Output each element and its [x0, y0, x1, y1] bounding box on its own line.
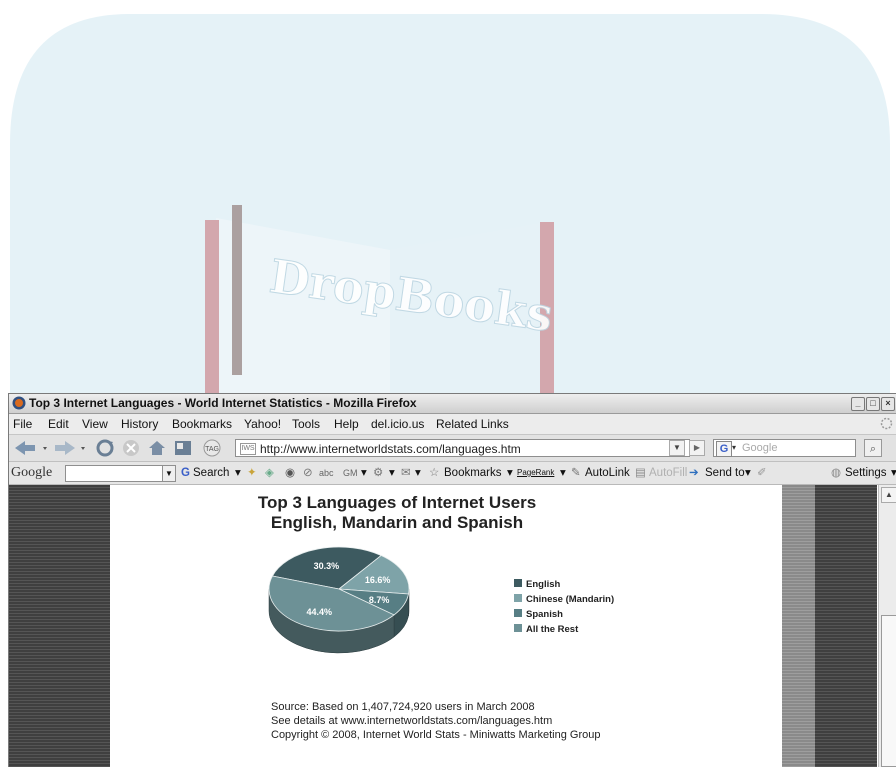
- popup-blocker-icon[interactable]: ⊘: [303, 462, 313, 484]
- settings-dropdown-icon[interactable]: ▾: [891, 462, 896, 484]
- pie-label-english: 30.3%: [314, 561, 340, 571]
- right-decorative-stripe: [782, 485, 815, 767]
- mail-icon[interactable]: ✉: [401, 462, 411, 484]
- menu-delicious[interactable]: del.icio.us: [371, 414, 424, 434]
- globe-icon[interactable]: ◉: [285, 462, 295, 484]
- share-icon[interactable]: ⚙: [373, 462, 383, 484]
- menu-history[interactable]: History: [121, 414, 158, 434]
- menu-view[interactable]: View: [82, 414, 108, 434]
- search-magnifier-icon[interactable]: ⌕: [864, 439, 882, 457]
- send-to-icon: ➔: [689, 462, 699, 484]
- bookmarks-button[interactable]: Bookmarks: [444, 462, 502, 484]
- menu-bookmarks[interactable]: Bookmarks: [172, 414, 232, 434]
- pie-label-all-the-rest: 44.4%: [306, 607, 332, 617]
- menu-edit[interactable]: Edit: [48, 414, 69, 434]
- legend-swatch-chinese-mandarin-: [514, 594, 522, 602]
- pagerank-dropdown-icon[interactable]: ▾: [560, 462, 566, 484]
- menu-related-links[interactable]: Related Links: [436, 414, 509, 434]
- autolink-button[interactable]: AutoLink: [585, 462, 630, 484]
- window-title: Top 3 Internet Languages - World Interne…: [29, 394, 417, 413]
- google-search-g-icon: G: [181, 462, 190, 484]
- tag-icon[interactable]: TAG: [199, 439, 225, 457]
- search-engine-dropdown-icon[interactable]: ▾: [732, 441, 736, 455]
- settings-button[interactable]: Settings: [845, 462, 887, 484]
- left-decorative-stripe: [9, 485, 110, 767]
- chart-title: Top 3 Languages of Internet Users: [187, 493, 607, 513]
- pagerank-indicator[interactable]: PageRank: [517, 462, 554, 484]
- stop-icon[interactable]: [121, 439, 141, 457]
- legend-label-spanish: Spanish: [526, 609, 563, 620]
- menu-tools[interactable]: Tools: [292, 414, 320, 434]
- legend-swatch-english: [514, 579, 522, 587]
- vertical-scrollbar[interactable]: ▲: [878, 485, 896, 767]
- dropdown-icon[interactable]: ▾: [361, 462, 367, 484]
- back-button[interactable]: [13, 439, 53, 457]
- autolink-icon: ✎: [571, 462, 581, 484]
- address-bar[interactable]: IWS http://www.internetworldstats.com/la…: [235, 439, 690, 457]
- search-dropdown-icon[interactable]: ▾: [235, 462, 241, 484]
- legend-label-all-the-rest: All the Rest: [526, 624, 579, 635]
- mail-dropdown-icon[interactable]: ▾: [415, 462, 421, 484]
- scroll-up-button[interactable]: ▲: [881, 487, 896, 503]
- google-toolbar: Google ▼ G Search ▾ ✦ ◈ ◉ ⊘ abc GM ▾ ⚙ ▾…: [9, 462, 896, 485]
- firefox-icon: [12, 396, 26, 410]
- translate-icon[interactable]: GM: [343, 462, 358, 484]
- news-icon[interactable]: ◈: [265, 462, 274, 484]
- send-to-dropdown-icon[interactable]: ▾: [745, 462, 751, 484]
- browser-window: Top 3 Internet Languages - World Interne…: [8, 393, 896, 767]
- search-engine-icon[interactable]: G: [716, 441, 732, 457]
- navigation-toolbar: TAG IWS http://www.internetworldstats.co…: [9, 435, 896, 462]
- chart-subtitle: English, Mandarin and Spanish: [187, 513, 607, 533]
- page-content: Top 3 Languages of Internet Users Englis…: [9, 485, 896, 767]
- search-placeholder: Google: [742, 442, 777, 454]
- star-icon[interactable]: ☆: [429, 462, 439, 484]
- bookmark-page-icon[interactable]: [173, 439, 193, 457]
- reload-icon[interactable]: [95, 439, 115, 457]
- pencil-icon[interactable]: ✐: [757, 462, 767, 484]
- minimize-button[interactable]: _: [851, 397, 865, 411]
- google-search-button[interactable]: Search: [193, 462, 229, 484]
- source-line: Source: Based on 1,407,724,920 users in …: [271, 701, 535, 713]
- site-icon: IWS: [240, 443, 256, 455]
- spellcheck-icon[interactable]: abc: [319, 462, 334, 484]
- legend-label-english: English: [526, 579, 561, 590]
- autofill-icon: ▤: [635, 462, 646, 484]
- details-line: See details at www.internetworldstats.co…: [271, 715, 552, 727]
- legend-swatch-spanish: [514, 609, 522, 617]
- share-dropdown-icon[interactable]: ▾: [389, 462, 395, 484]
- search-field[interactable]: G ▾ Google: [713, 439, 856, 457]
- google-search-dropdown[interactable]: ▼: [162, 465, 176, 482]
- google-logo: Google: [11, 462, 52, 484]
- forward-button[interactable]: [53, 439, 91, 457]
- title-bar: Top 3 Internet Languages - World Interne…: [9, 394, 896, 414]
- pie-chart: 30.3% 16.6% 8.7% 44.4% English Chinese (Mand…: [259, 537, 679, 677]
- menu-bar: File Edit View History Bookmarks Yahoo! …: [9, 414, 896, 435]
- maximize-button[interactable]: □: [866, 397, 880, 411]
- address-url: http://www.internetworldstats.com/langua…: [260, 442, 521, 456]
- settings-icon: ◍: [831, 462, 841, 484]
- throbber-icon: [880, 417, 893, 430]
- menu-file[interactable]: File: [13, 414, 32, 434]
- menu-help[interactable]: Help: [334, 414, 359, 434]
- pie-label-chinese-mandarin-: 16.6%: [365, 575, 391, 585]
- send-to-button[interactable]: Send to: [705, 462, 745, 484]
- legend-swatch-all-the-rest: [514, 624, 522, 632]
- pie-label-spanish: 8.7%: [369, 595, 390, 605]
- autofill-button[interactable]: AutoFill: [649, 462, 687, 484]
- go-button[interactable]: ▶: [689, 440, 705, 456]
- google-search-input[interactable]: [65, 465, 163, 482]
- tag-label: TAG: [205, 446, 219, 453]
- address-dropdown-button[interactable]: ▼: [669, 440, 685, 456]
- scrollbar-thumb[interactable]: [881, 615, 896, 767]
- close-button[interactable]: ×: [881, 397, 895, 411]
- bookmarks-dropdown-icon[interactable]: ▾: [507, 462, 513, 484]
- highlight-icon[interactable]: ✦: [247, 462, 257, 484]
- right-dark-stripe: [815, 485, 877, 767]
- copyright-line: Copyright © 2008, Internet World Stats -…: [271, 729, 600, 741]
- menu-yahoo[interactable]: Yahoo!: [244, 414, 281, 434]
- legend-label-chinese-mandarin-: Chinese (Mandarin): [526, 594, 614, 605]
- home-icon[interactable]: [147, 439, 167, 457]
